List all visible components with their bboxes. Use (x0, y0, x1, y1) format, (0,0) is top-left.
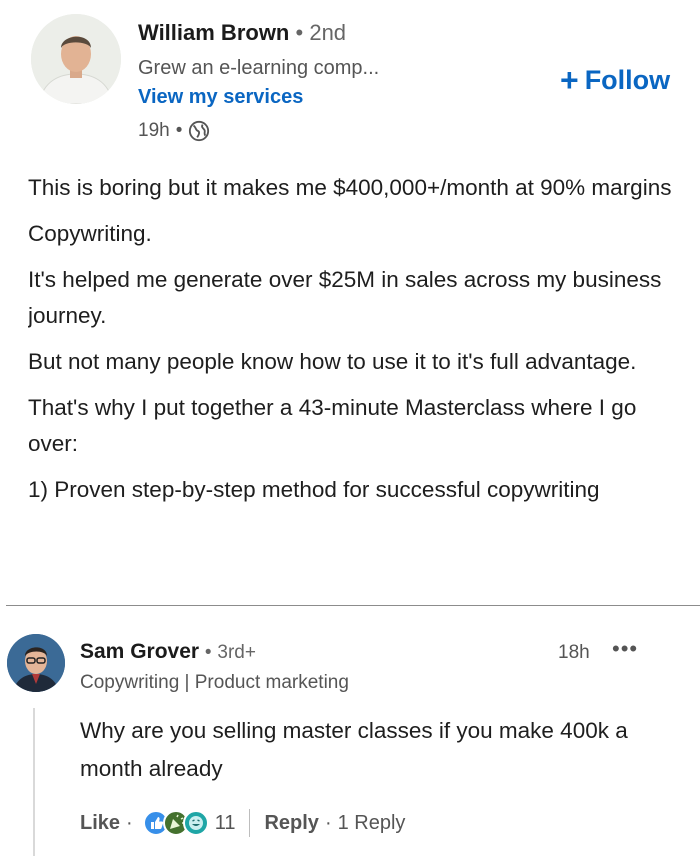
meta-separator: • (175, 120, 183, 141)
post-paragraph: Copywriting. (28, 221, 152, 246)
author-headline: Grew an e-learning comp... (138, 57, 380, 79)
author-name-line: William Brown • 2nd (138, 20, 346, 46)
post-paragraph: It's helped me generate over $25M in sal… (28, 267, 662, 328)
plus-icon: + (560, 62, 579, 98)
author-name[interactable]: William Brown (138, 20, 289, 45)
like-button[interactable]: Like (80, 812, 120, 835)
funny-icon (182, 810, 209, 836)
reply-count-link[interactable]: 1 Reply (338, 812, 406, 835)
author-avatar[interactable] (31, 14, 121, 104)
reactions[interactable] (142, 810, 209, 836)
reaction-count[interactable]: 11 (215, 812, 236, 835)
connection-degree: 2nd (309, 20, 347, 45)
post-body: This is boring but it makes me $400,000+… (28, 170, 688, 606)
reply-button[interactable]: Reply (264, 812, 318, 835)
view-services-link[interactable]: View my services (138, 86, 303, 109)
post-meta: 19h • (138, 120, 210, 142)
commenter-name[interactable]: Sam Grover (80, 640, 199, 663)
commenter-name-line: Sam Grover • 3rd+ (80, 640, 256, 664)
post-paragraph: That's why I put together a 43-minute Ma… (28, 395, 637, 456)
follow-button[interactable]: + Follow (560, 64, 670, 96)
section-divider (6, 605, 700, 606)
action-dot: · (126, 811, 133, 834)
degree-separator: • (204, 642, 212, 663)
comment-text: Why are you selling master classes if yo… (80, 718, 628, 781)
commenter-degree: 3rd+ (217, 642, 256, 663)
action-dot: · (324, 811, 332, 834)
post-paragraph: 1) Proven step-by-step method for succes… (28, 477, 600, 502)
commenter-avatar[interactable] (7, 634, 65, 692)
more-options-icon[interactable]: ••• (612, 636, 638, 662)
globe-icon (189, 120, 210, 142)
post-paragraph: But not many people know how to use it t… (28, 349, 637, 374)
comment-actions: Like · 11 Reply · 1 Reply (80, 808, 405, 838)
follow-label: Follow (584, 64, 671, 95)
actions-divider (249, 809, 251, 837)
degree-separator: • (295, 20, 304, 45)
commenter-headline: Copywriting | Product marketing (80, 672, 349, 693)
post-time: 19h (138, 120, 170, 141)
thread-line (33, 708, 35, 856)
comment-time: 18h (558, 642, 590, 663)
post-paragraph: This is boring but it makes me $400,000+… (28, 175, 672, 200)
